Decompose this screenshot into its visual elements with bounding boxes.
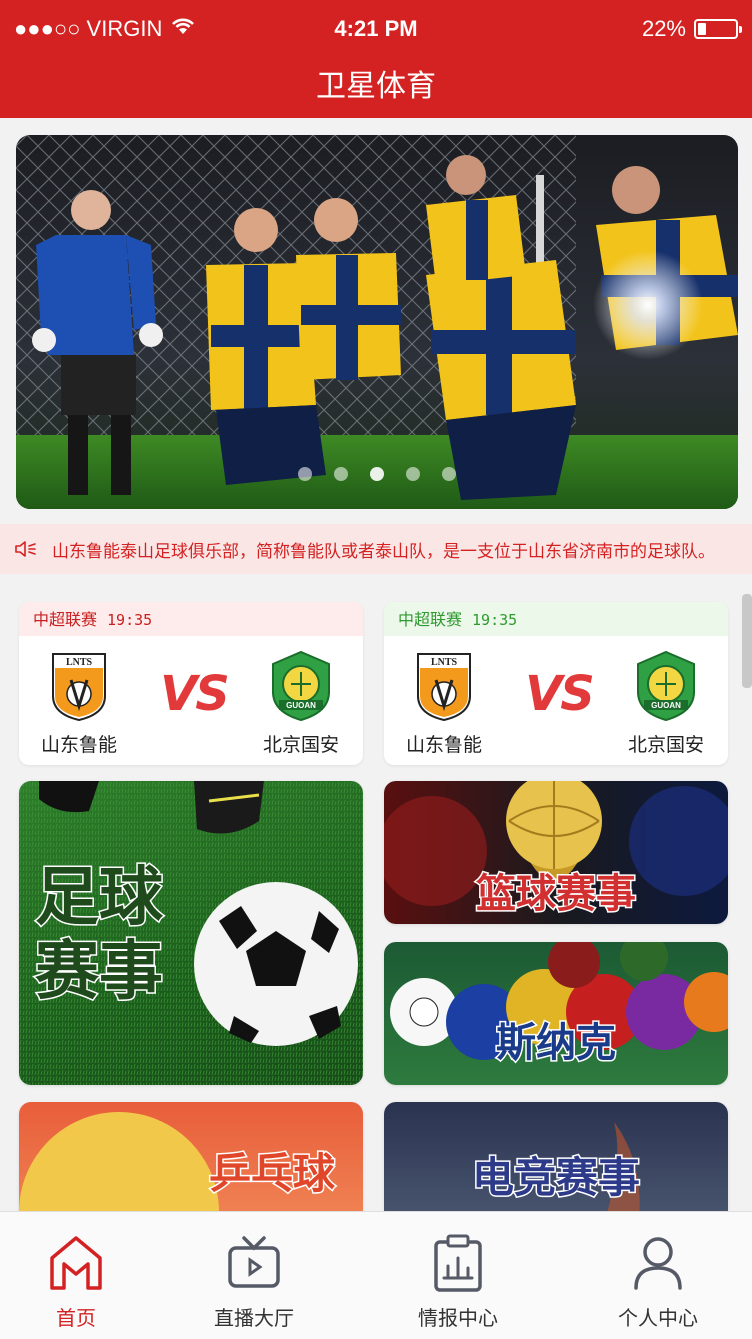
home-icon: [50, 1236, 102, 1290]
banner-carousel[interactable]: [16, 135, 738, 509]
status-bar: ●●●○○ VIRGIN 4:21 PM 22%: [0, 0, 752, 58]
home-team-name: 山东鲁能: [405, 734, 482, 756]
shandong-luneng-logo: LNTS: [52, 653, 106, 722]
tab-live-hall[interactable]: 直播大厅: [160, 1212, 348, 1331]
snooker-title: 斯纳克: [495, 1019, 618, 1068]
banner-dot[interactable]: [406, 467, 420, 481]
football-title: 足球 赛事: [34, 860, 165, 1011]
clipboard-chart-icon: [434, 1234, 482, 1292]
banner-dot[interactable]: [370, 467, 384, 481]
banner-dot[interactable]: [442, 467, 456, 481]
bottom-tab-bar: 首页 直播大厅 情报中心 个人中心: [0, 1211, 752, 1339]
banner-image: [16, 135, 738, 509]
notice-text: 山东鲁能泰山足球俱乐部，简称鲁能队或者泰山队，是一支位于山东省济南市的足球队。: [52, 541, 715, 562]
pingpong-title: 乒乓球: [208, 1148, 337, 1200]
battery-icon: [694, 19, 742, 39]
match-time: 19:35: [107, 611, 153, 629]
basketball-category-tile[interactable]: 篮球赛事: [384, 781, 728, 924]
battery-group: 22%: [641, 16, 742, 42]
home-logo-text: LNTS: [431, 657, 458, 668]
esports-title: 电竞赛事: [470, 1152, 641, 1204]
pingpong-category-tile[interactable]: 乒乓球: [19, 1102, 363, 1222]
vs-label: VS: [160, 666, 230, 722]
match-card[interactable]: 中超联赛 19:35 LNTS 山东鲁能 VS GUOAN 北京国安: [19, 602, 363, 765]
away-team-name: 北京国安: [627, 734, 704, 756]
away-team[interactable]: GUOAN 北京国安: [241, 650, 361, 757]
home-team-name: 山东鲁能: [40, 734, 117, 756]
scrollbar-thumb[interactable]: [742, 594, 752, 688]
match-header: 中超联赛 19:35: [19, 602, 363, 636]
app-title: 卫星体育: [0, 58, 752, 118]
user-icon: [634, 1237, 682, 1290]
status-time: 4:21 PM: [334, 16, 418, 41]
tab-label: 直播大厅: [214, 1306, 294, 1330]
match-card[interactable]: 中超联赛 19:35 LNTS 山东鲁能 VS GUOAN 北京国安: [384, 602, 728, 765]
basketball-title: 篮球赛事: [475, 870, 638, 919]
away-logo-text: GUOAN: [286, 701, 316, 710]
tab-label: 个人中心: [618, 1306, 698, 1330]
tab-profile[interactable]: 个人中心: [564, 1212, 752, 1331]
tab-home[interactable]: 首页: [0, 1212, 170, 1331]
league-label: 中超联赛: [398, 610, 463, 629]
match-time: 19:35: [472, 611, 518, 629]
vs-label: VS: [525, 666, 595, 722]
football-category-tile[interactable]: 足球 赛事: [19, 781, 363, 1085]
battery-percent: 22%: [641, 16, 686, 41]
tab-label: 首页: [56, 1306, 96, 1330]
tab-intel-center[interactable]: 情报中心: [364, 1212, 552, 1331]
away-team-name: 北京国安: [262, 734, 339, 756]
beijing-guoan-logo: GUOAN: [637, 650, 695, 722]
speaker-icon: [14, 539, 38, 559]
match-header: 中超联赛 19:35: [384, 602, 728, 636]
banner-dot[interactable]: [334, 467, 348, 481]
banner-pagination[interactable]: [16, 467, 738, 481]
esports-category-tile[interactable]: 电竞赛事: [384, 1102, 728, 1222]
notice-bar[interactable]: 山东鲁能泰山足球俱乐部，简称鲁能队或者泰山队，是一支位于山东省济南市的足球队。: [0, 524, 752, 574]
tab-label: 情报中心: [418, 1306, 498, 1330]
away-logo-text: GUOAN: [651, 701, 681, 710]
away-team[interactable]: GUOAN 北京国安: [606, 650, 726, 757]
shandong-luneng-logo: LNTS: [417, 653, 471, 722]
beijing-guoan-logo: GUOAN: [272, 650, 330, 722]
snooker-category-tile[interactable]: 斯纳克: [384, 942, 728, 1085]
home-logo-text: LNTS: [66, 657, 93, 668]
home-team[interactable]: LNTS 山东鲁能: [19, 650, 139, 757]
league-label: 中超联赛: [33, 610, 98, 629]
home-team[interactable]: LNTS 山东鲁能: [384, 650, 504, 757]
tv-icon: [228, 1236, 280, 1288]
banner-dot[interactable]: [298, 467, 312, 481]
battery-fill: [698, 23, 706, 35]
